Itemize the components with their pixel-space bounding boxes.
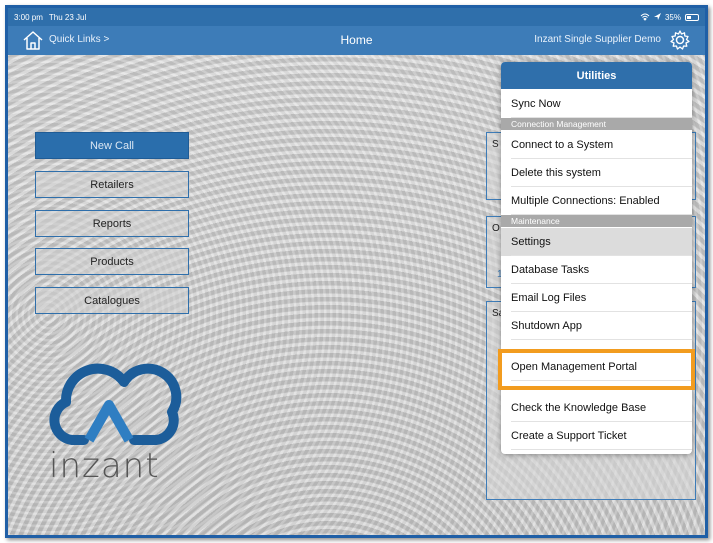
status-date: Thu 23 Jul xyxy=(48,12,87,22)
status-time: 3:00 pm xyxy=(14,12,43,22)
new-call-button[interactable]: New Call xyxy=(35,132,189,159)
settings-item[interactable]: Settings xyxy=(501,228,692,256)
email-log-files-item[interactable]: Email Log Files xyxy=(501,284,692,312)
system-name: Inzant Single Supplier Demo xyxy=(534,34,661,45)
section-maintenance: Maintenance xyxy=(501,215,692,227)
wifi-icon xyxy=(640,13,650,21)
sync-now-item[interactable]: Sync Now xyxy=(501,90,692,118)
section-connection-management: Connection Management xyxy=(501,118,692,130)
catalogues-button[interactable]: Catalogues xyxy=(35,287,189,314)
status-bar: 3:00 pm Thu 23 Jul 35% xyxy=(8,8,705,26)
navigation-bar: Quick Links > Home Inzant Single Supplie… xyxy=(8,26,705,55)
popup-title: Utilities xyxy=(501,62,692,89)
connect-system-item[interactable]: Connect to a System xyxy=(501,131,692,159)
shutdown-app-item[interactable]: Shutdown App xyxy=(501,312,692,340)
gear-icon[interactable] xyxy=(669,29,691,51)
battery-icon xyxy=(685,13,699,21)
reports-button[interactable]: Reports xyxy=(35,210,189,237)
app-window: 3:00 pm Thu 23 Jul 35% Quick Links > Hom… xyxy=(5,5,708,538)
panel-title: O xyxy=(492,223,500,234)
database-tasks-item[interactable]: Database Tasks xyxy=(501,256,692,284)
location-icon xyxy=(653,13,661,20)
products-button[interactable]: Products xyxy=(35,248,189,275)
panel-title: S xyxy=(492,139,499,150)
retailers-button[interactable]: Retailers xyxy=(35,171,189,198)
utilities-popup: Utilities Sync Now Connection Management… xyxy=(501,62,692,454)
knowledge-base-item[interactable]: Check the Knowledge Base xyxy=(501,394,692,422)
multiple-connections-item[interactable]: Multiple Connections: Enabled xyxy=(501,187,692,215)
support-ticket-item[interactable]: Create a Support Ticket xyxy=(501,422,692,450)
open-management-portal-item[interactable]: Open Management Portal xyxy=(501,353,692,381)
logo-text: inzant xyxy=(49,446,160,486)
battery-percent: 35% xyxy=(664,12,681,22)
delete-system-item[interactable]: Delete this system xyxy=(501,159,692,187)
